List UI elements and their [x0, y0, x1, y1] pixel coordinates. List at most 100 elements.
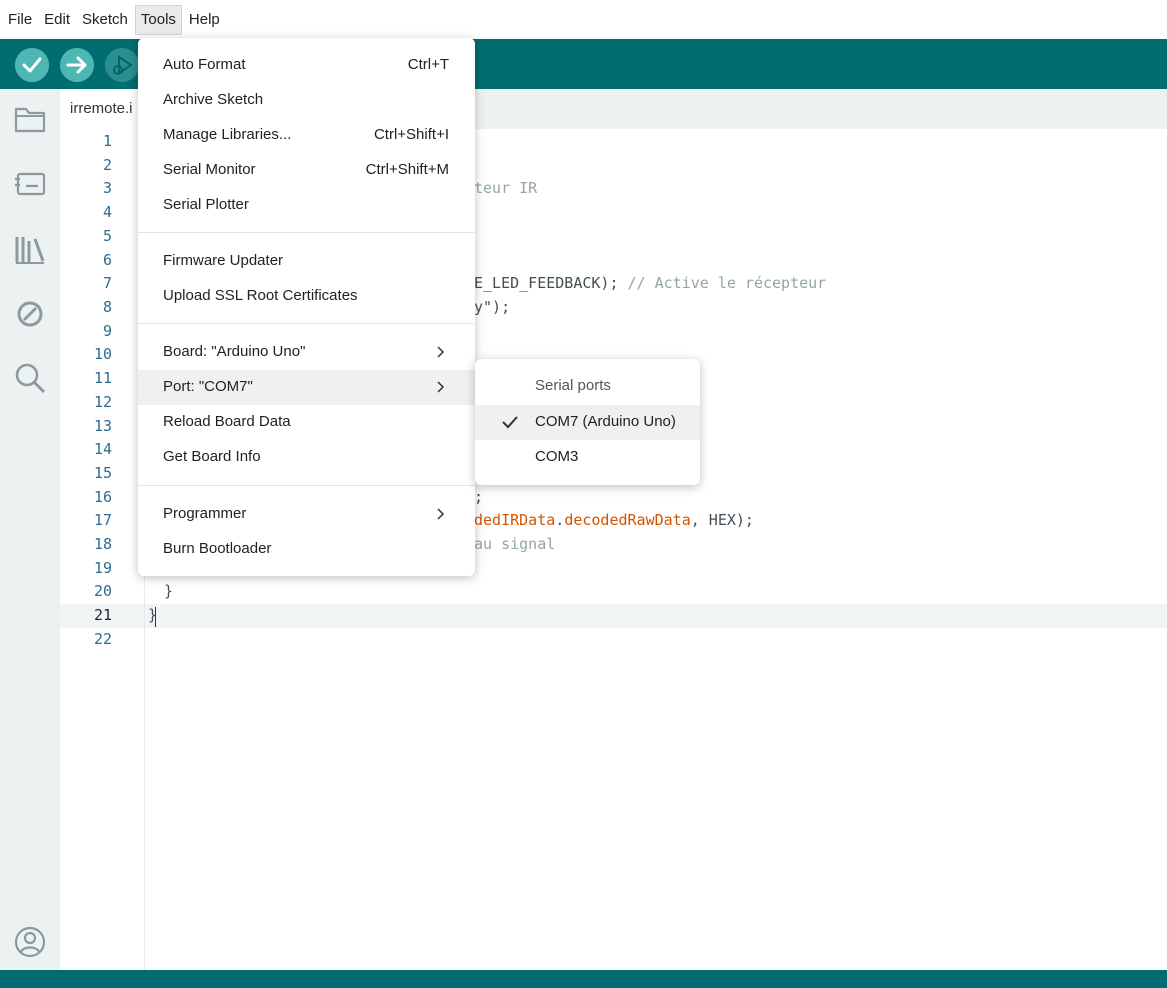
code-comment: // Active le récepteur	[627, 274, 827, 292]
menu-item-label: Port: "COM7"	[163, 378, 253, 395]
sketchbook-button[interactable]	[13, 102, 47, 136]
menu-item-manage-libraries[interactable]: Manage Libraries... Ctrl+Shift+I	[138, 118, 475, 153]
line-number: 11	[93, 369, 112, 387]
code-text: E_LED_FEEDBACK);	[474, 274, 628, 292]
menu-item-label: Board: "Arduino Uno"	[163, 343, 306, 360]
code-line-17: dedIRData.decodedRawData, HEX);	[474, 511, 754, 529]
code-line-7: E_LED_FEEDBACK); // Active le récepteur	[474, 274, 826, 292]
status-bar	[0, 970, 1167, 988]
account-icon	[14, 926, 46, 958]
menu-tools[interactable]: Tools	[134, 4, 182, 35]
tab-irremote[interactable]: irremote.i	[60, 89, 143, 129]
line-number: 16	[93, 488, 112, 506]
search-button[interactable]	[13, 361, 47, 395]
menu-item-label: Upload SSL Root Certificates	[163, 287, 358, 304]
menu-separator	[138, 323, 475, 324]
menu-item-reload-board-data[interactable]: Reload Board Data	[138, 405, 475, 440]
line-number: 15	[93, 464, 112, 482]
menu-item-label: Programmer	[163, 505, 247, 522]
chevron-right-icon	[437, 381, 445, 393]
menu-item-archive-sketch[interactable]: Archive Sketch	[138, 83, 475, 118]
submenu-header-label: Serial ports	[535, 377, 611, 394]
menu-item-label: Auto Format	[163, 56, 246, 73]
code-line-16: ;	[474, 488, 484, 506]
chevron-right-icon	[437, 508, 445, 520]
code-line-3: teur IR	[474, 179, 538, 197]
menu-file[interactable]: File	[3, 6, 37, 34]
menu-item-label: Serial Plotter	[163, 196, 249, 213]
port-submenu: Serial ports COM7 (Arduino Uno) COM3	[475, 359, 700, 485]
menu-item-upload-ssl[interactable]: Upload SSL Root Certificates	[138, 279, 475, 314]
account-button[interactable]	[13, 925, 47, 959]
code-line-18: au signal	[474, 535, 556, 553]
menu-separator	[138, 232, 475, 233]
menu-item-label: Reload Board Data	[163, 413, 291, 430]
menu-item-auto-format[interactable]: Auto Format Ctrl+T	[138, 48, 475, 83]
port-option-com7[interactable]: COM7 (Arduino Uno)	[475, 405, 700, 440]
menu-item-programmer[interactable]: Programmer	[138, 497, 475, 532]
line-number-current: 21	[93, 606, 112, 624]
menu-separator	[138, 485, 475, 486]
line-number: 7	[102, 274, 112, 292]
chevron-right-icon	[437, 346, 445, 358]
board-manager-icon	[15, 172, 46, 196]
menu-item-shortcut: Ctrl+Shift+M	[365, 161, 449, 178]
line-number: 19	[93, 559, 112, 577]
line-number: 14	[93, 440, 112, 458]
code-text: , HEX);	[690, 511, 754, 529]
menu-item-label: Manage Libraries...	[163, 126, 292, 143]
menu-item-label: Serial Monitor	[163, 161, 256, 178]
code-identifier: dedIRData	[474, 511, 556, 529]
line-number: 13	[93, 417, 112, 435]
text-caret	[155, 607, 156, 627]
menu-sketch[interactable]: Sketch	[77, 6, 133, 34]
line-number: 20	[93, 582, 112, 600]
line-number: 18	[93, 535, 112, 553]
folder-icon	[14, 107, 46, 133]
debug-disabled-icon	[17, 301, 43, 327]
line-number: 1	[102, 132, 112, 150]
boards-manager-button[interactable]	[13, 166, 47, 200]
menu-item-shortcut: Ctrl+Shift+I	[373, 126, 449, 143]
line-number: 12	[93, 393, 112, 411]
tools-menu: Auto Format Ctrl+T Archive Sketch Manage…	[138, 38, 475, 576]
menu-help[interactable]: Help	[184, 6, 225, 34]
line-number: 3	[102, 179, 112, 197]
debug-panel-button[interactable]	[13, 297, 47, 331]
menu-item-get-board-info[interactable]: Get Board Info	[138, 440, 475, 475]
checkmark-icon	[502, 416, 518, 429]
upload-button[interactable]	[60, 48, 94, 82]
line-number: 4	[102, 203, 112, 221]
line-number: 10	[93, 345, 112, 363]
menu-item-board[interactable]: Board: "Arduino Uno"	[138, 335, 475, 370]
menu-item-burn-bootloader[interactable]: Burn Bootloader	[138, 532, 475, 567]
menu-item-firmware-updater[interactable]: Firmware Updater	[138, 244, 475, 279]
menu-item-serial-monitor[interactable]: Serial Monitor Ctrl+Shift+M	[138, 153, 475, 188]
line-number: 5	[102, 227, 112, 245]
code-dot: .	[555, 511, 565, 529]
menu-item-label: Burn Bootloader	[163, 540, 272, 557]
menu-item-label: Firmware Updater	[163, 252, 284, 269]
code-line-20: }	[164, 582, 174, 600]
library-icon	[15, 237, 45, 264]
code-identifier: decodedRawData	[564, 511, 691, 529]
line-number: 17	[93, 511, 112, 529]
line-number: 6	[102, 251, 112, 269]
upload-icon	[60, 48, 94, 82]
port-option-com3[interactable]: COM3	[475, 440, 700, 475]
menu-item-serial-plotter[interactable]: Serial Plotter	[138, 188, 475, 223]
line-number: 9	[102, 322, 112, 340]
port-option-label: COM7 (Arduino Uno)	[535, 413, 676, 430]
line-number: 22	[93, 630, 112, 648]
line-number-gutter: 1 2 3 4 5 6 7 8 9 10 11 12 13 14 15 16 1…	[60, 129, 145, 970]
menu-item-label: Archive Sketch	[163, 91, 264, 108]
menu-item-port[interactable]: Port: "COM7"	[138, 370, 475, 405]
line-number: 8	[102, 298, 112, 316]
verify-button[interactable]	[15, 48, 49, 82]
search-icon	[15, 363, 46, 394]
port-option-label: COM3	[535, 448, 579, 465]
submenu-header: Serial ports	[475, 369, 700, 404]
library-manager-button[interactable]	[13, 232, 47, 266]
menu-edit[interactable]: Edit	[39, 6, 75, 34]
debug-button[interactable]	[105, 48, 139, 82]
